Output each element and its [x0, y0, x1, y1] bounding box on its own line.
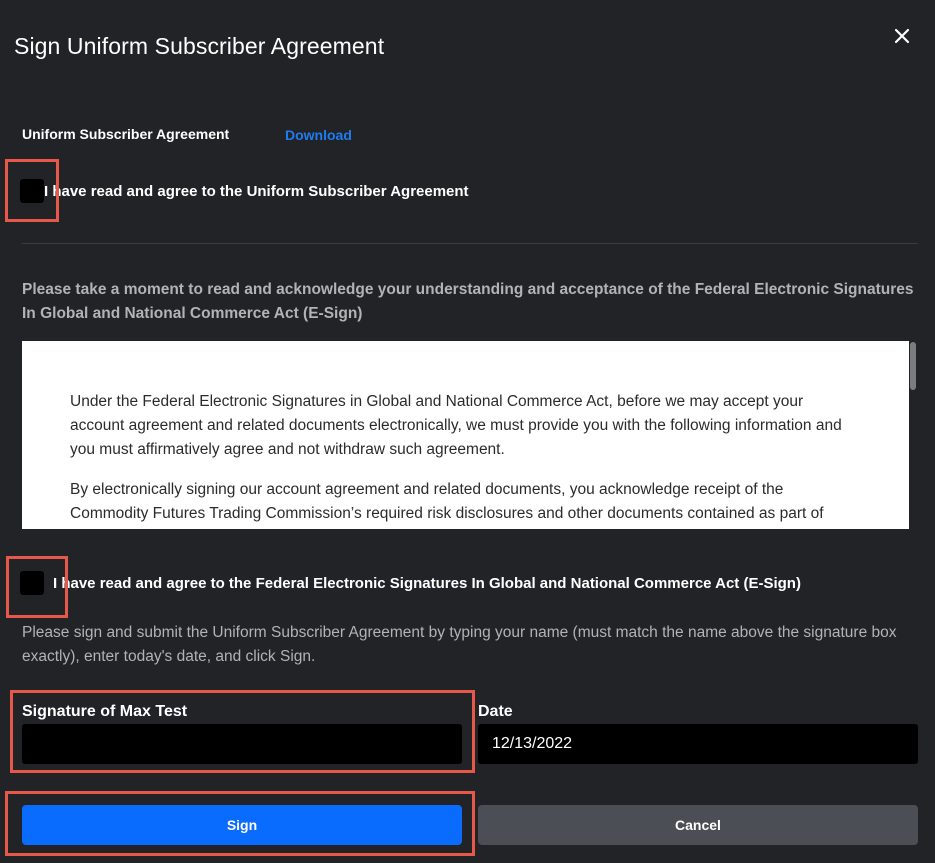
section-divider: [22, 243, 918, 244]
esign-document-content: Under the Federal Electronic Signatures …: [70, 390, 860, 529]
agreement-label: Uniform Subscriber Agreement: [22, 126, 230, 142]
signing-instructions: Please sign and submit the Uniform Subsc…: [22, 624, 897, 665]
document-scrollbar-thumb[interactable]: [910, 342, 916, 390]
sign-agreement-dialog: Sign Uniform Subscriber Agreement Unifor…: [0, 0, 935, 863]
esign-checkbox-label[interactable]: I have read and agree to the Federal Ele…: [53, 575, 801, 592]
esign-checkbox[interactable]: [20, 571, 44, 595]
cancel-button[interactable]: Cancel: [478, 805, 918, 845]
close-icon: [894, 28, 910, 44]
dialog-title: Sign Uniform Subscriber Agreement: [14, 33, 385, 59]
signature-label: Signature of Max Test: [22, 703, 188, 720]
esign-paragraph: Under the Federal Electronic Signatures …: [70, 393, 842, 458]
download-link[interactable]: Download: [285, 127, 352, 143]
esign-intro-text: Please take a moment to read and acknowl…: [22, 281, 914, 322]
date-input[interactable]: [478, 724, 918, 764]
agreement-checkbox-label[interactable]: I have read and agree to the Uniform Sub…: [44, 183, 469, 200]
close-button[interactable]: [888, 22, 916, 50]
sign-button[interactable]: Sign: [22, 805, 462, 845]
agreement-checkbox[interactable]: [20, 179, 44, 203]
esign-document-box[interactable]: Under the Federal Electronic Signatures …: [22, 341, 909, 529]
date-label: Date: [478, 703, 513, 720]
signature-input[interactable]: [22, 724, 462, 764]
esign-paragraph: By electronically signing our account ag…: [70, 481, 824, 522]
